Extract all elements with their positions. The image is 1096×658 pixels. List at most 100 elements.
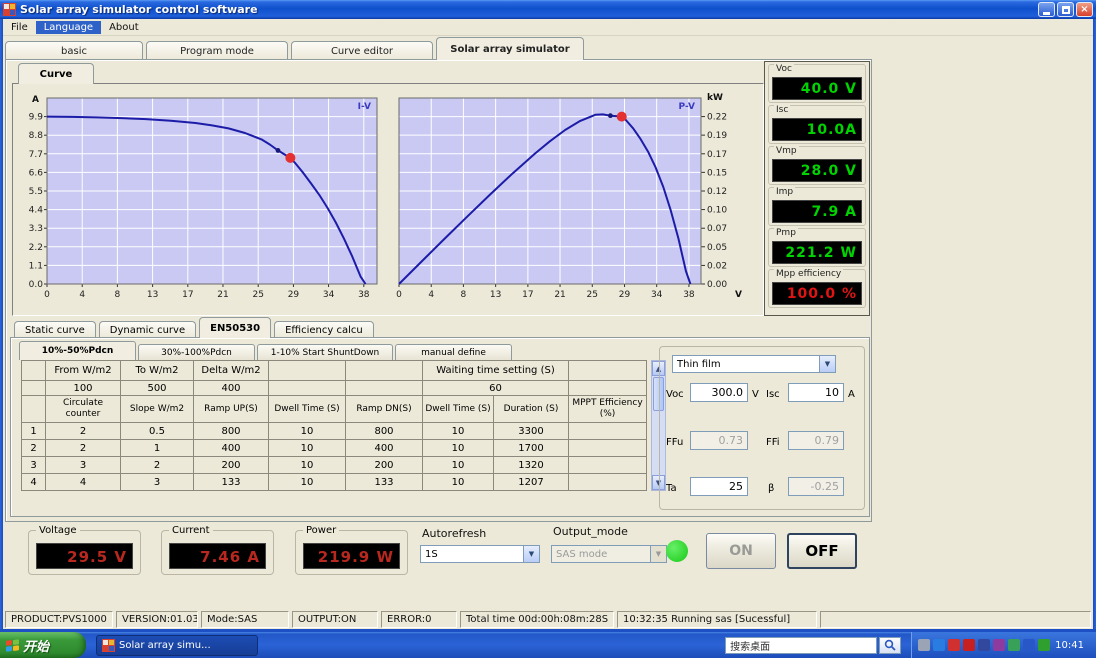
tray-icon[interactable] [1008, 639, 1021, 651]
cell[interactable]: 10 [268, 422, 346, 440]
cell[interactable] [568, 456, 647, 474]
close-button[interactable]: × [1076, 2, 1093, 17]
svg-text:kW: kW [707, 93, 723, 103]
tab-manual-define[interactable]: manual define [395, 344, 512, 360]
cell[interactable] [568, 439, 647, 457]
cell[interactable]: 10 [268, 439, 346, 457]
svg-text:29: 29 [288, 290, 300, 300]
cell[interactable]: 10 [422, 456, 494, 474]
voc-input[interactable] [690, 383, 748, 402]
cell[interactable]: 3 [45, 456, 121, 474]
cell[interactable]: 800 [193, 422, 269, 440]
chevron-down-icon: ▼ [650, 546, 666, 562]
tab-program-mode[interactable]: Program mode [146, 41, 288, 60]
tab-en50530[interactable]: EN50530 [199, 317, 272, 338]
cell[interactable]: 2 [120, 456, 194, 474]
chevron-down-icon[interactable]: ▼ [819, 356, 835, 372]
tray-icon[interactable] [963, 639, 976, 651]
taskbar-clock: 10:41 [1055, 639, 1084, 651]
svg-text:A: A [32, 95, 39, 105]
pv-chart: 0 4 8 13 17 21 25 29 34 38 0.00 0.02 0.05 0.07 0.10 0.1… [396, 93, 742, 300]
model-select-value: Thin film [677, 358, 721, 370]
cell[interactable]: 100 [45, 380, 121, 396]
ta-input[interactable] [690, 477, 748, 496]
cell[interactable]: 1 [120, 439, 194, 457]
cell[interactable]: 10 [422, 473, 494, 491]
tab-curve[interactable]: Curve [18, 63, 94, 84]
cell[interactable]: 1207 [493, 473, 569, 491]
cell[interactable]: 133 [193, 473, 269, 491]
tab-start-shutdown[interactable]: 1-10% Start ShuntDown [257, 344, 393, 360]
tab-solar-array-simulator[interactable]: Solar array simulator [436, 37, 584, 60]
tray-icon[interactable] [1023, 639, 1036, 651]
cell[interactable]: 500 [120, 380, 194, 396]
menu-language[interactable]: Language [35, 20, 102, 34]
cell[interactable]: 10 [422, 439, 494, 457]
off-button[interactable]: OFF [787, 533, 857, 569]
maximize-button[interactable] [1057, 2, 1074, 17]
readout-label: Voc [774, 64, 794, 74]
tray-icon[interactable] [918, 639, 931, 651]
readout-vmp: Vmp 28.0 V [768, 146, 866, 185]
tab-efficiency-calcu[interactable]: Efficiency calcu [274, 321, 374, 338]
taskbar-app-button[interactable]: Solar array simu... [96, 634, 258, 656]
cell[interactable] [568, 473, 647, 491]
readout-value: 10.0A [772, 118, 862, 141]
model-select[interactable]: Thin film ▼ [672, 355, 836, 373]
readout-panel: Voc 40.0 V Isc 10.0A Vmp 28.0 V Imp 7.9 … [764, 61, 870, 316]
svg-text:8: 8 [115, 290, 121, 300]
cell[interactable]: 400 [193, 439, 269, 457]
current-group: Current 7.46 A [161, 525, 274, 575]
tab-30-100-pdcn[interactable]: 30%-100%Pdcn [138, 344, 255, 360]
menu-file[interactable]: File [3, 21, 36, 34]
minimize-button[interactable] [1038, 2, 1055, 17]
cell [21, 380, 46, 396]
tab-basic[interactable]: basic [5, 41, 143, 60]
ffu-label: FFu [666, 437, 684, 448]
current-value: 7.46 A [169, 543, 266, 569]
chevron-down-icon[interactable]: ▼ [523, 546, 539, 562]
start-button[interactable]: 开始 [0, 632, 86, 658]
col-header: Delta W/m2 [193, 360, 269, 381]
cell[interactable]: 400 [193, 380, 269, 396]
cell[interactable]: 60 [422, 380, 569, 396]
status-bar: PRODUCT:PVS1000 VERSION:01.03 Mode:SAS O… [3, 610, 1093, 629]
on-button[interactable]: ON [706, 533, 776, 569]
cell[interactable]: 1320 [493, 456, 569, 474]
cell[interactable]: 800 [345, 422, 423, 440]
cell[interactable]: 0.5 [120, 422, 194, 440]
cell[interactable]: 3 [120, 473, 194, 491]
tab-static-curve[interactable]: Static curve [14, 321, 96, 338]
cell[interactable]: 400 [345, 439, 423, 457]
cell[interactable]: 10 [268, 456, 346, 474]
menu-about[interactable]: About [101, 21, 147, 34]
isc-input[interactable] [788, 383, 844, 402]
tab-curve-editor[interactable]: Curve editor [291, 41, 433, 60]
cell[interactable]: 1700 [493, 439, 569, 457]
autorefresh-select[interactable]: 1S ▼ [420, 545, 540, 563]
cell[interactable]: 200 [193, 456, 269, 474]
tray-icon[interactable] [993, 639, 1006, 651]
cell[interactable]: 10 [268, 473, 346, 491]
minimize-icon [1043, 11, 1050, 15]
cell[interactable]: 200 [345, 456, 423, 474]
cell[interactable]: 2 [45, 422, 121, 440]
tray-icon[interactable] [978, 639, 991, 651]
readout-value: 40.0 V [772, 77, 862, 100]
cell[interactable]: 133 [345, 473, 423, 491]
cell[interactable]: 3300 [493, 422, 569, 440]
table-row: 1 2 0.5 800 10 800 10 3300 [21, 422, 647, 440]
search-button[interactable] [879, 636, 902, 654]
svg-text:38: 38 [683, 290, 695, 300]
tray-icon[interactable] [1038, 639, 1051, 651]
cell[interactable]: 10 [422, 422, 494, 440]
tab-dynamic-curve[interactable]: Dynamic curve [98, 321, 197, 338]
tab-10-50-pdcn[interactable]: 10%-50%Pdcn [19, 341, 136, 360]
cell[interactable]: 2 [45, 439, 121, 457]
cell[interactable]: 4 [45, 473, 121, 491]
cell[interactable] [568, 422, 647, 440]
desktop-search-input[interactable]: 搜索桌面 [725, 636, 878, 654]
col-header: Waiting time setting (S) [422, 360, 569, 381]
tray-icon[interactable] [933, 639, 946, 651]
tray-icon[interactable] [948, 639, 961, 651]
